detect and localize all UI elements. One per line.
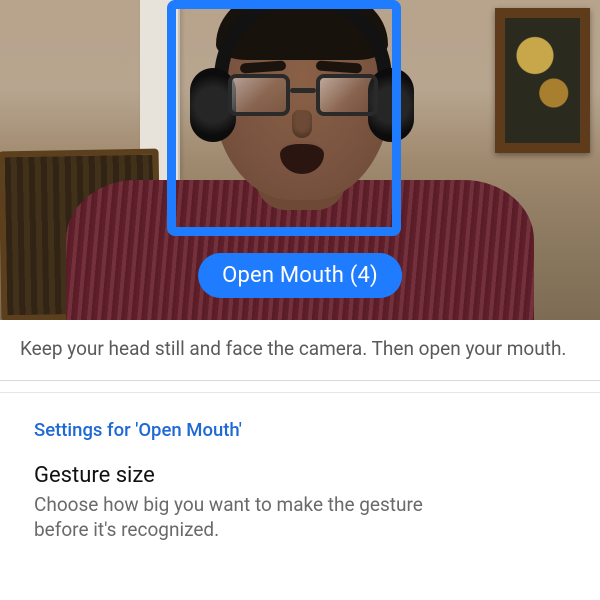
glasses-lens-left — [228, 74, 290, 116]
settings-header: Settings for 'Open Mouth' — [34, 419, 566, 441]
section-divider — [0, 381, 600, 393]
camera-preview: Open Mouth (4) — [0, 0, 600, 320]
setting-description: Choose how big you want to make the gest… — [34, 492, 454, 543]
setting-label: Gesture size — [34, 463, 566, 488]
settings-section: Settings for 'Open Mouth' Gesture size C… — [0, 393, 600, 543]
setting-row-gesture-size[interactable]: Gesture size Choose how big you want to … — [34, 463, 566, 543]
gesture-status-pill: Open Mouth (4) — [198, 253, 402, 298]
instruction-text: Keep your head still and face the camera… — [0, 320, 600, 381]
glasses-bridge — [290, 88, 316, 93]
glasses-lens-right — [316, 74, 378, 116]
person-nose — [292, 110, 312, 138]
